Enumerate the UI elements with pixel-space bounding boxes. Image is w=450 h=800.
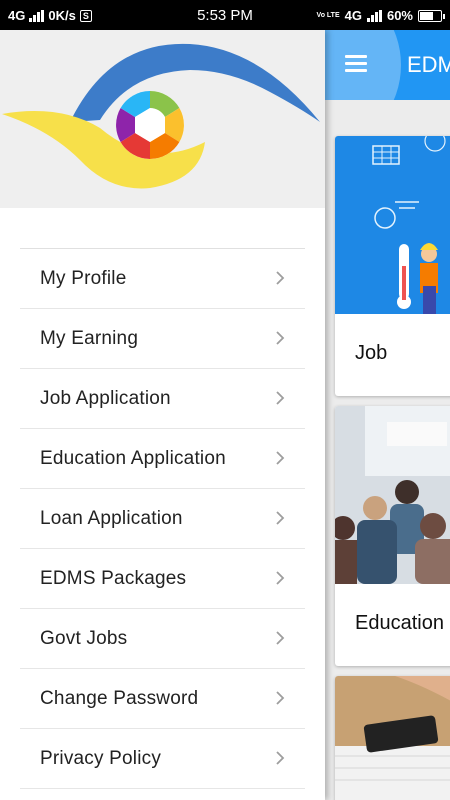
menu-item-govt-jobs[interactable]: Govt Jobs bbox=[20, 609, 305, 669]
menu-item-label: My Profile bbox=[40, 268, 127, 289]
main-screen: EDMS Job bbox=[325, 30, 450, 800]
signal-icon-right bbox=[366, 9, 382, 22]
menu-item-loan-application[interactable]: Loan Application bbox=[20, 489, 305, 549]
toolbar-title: EDMS bbox=[407, 52, 450, 77]
menu-item-label: Job Application bbox=[40, 388, 171, 409]
menu-item-label: Change Password bbox=[40, 688, 199, 709]
chevron-right-icon bbox=[276, 391, 285, 405]
chevron-right-icon bbox=[276, 751, 285, 765]
chevron-right-icon bbox=[276, 271, 285, 285]
chevron-right-icon bbox=[276, 511, 285, 525]
drawer-header bbox=[0, 30, 325, 208]
menu-item-job-application[interactable]: Job Application bbox=[20, 369, 305, 429]
menu-item-label: Education Application bbox=[40, 448, 226, 469]
job-card[interactable]: Job bbox=[335, 136, 450, 396]
toolbar: EDMS bbox=[325, 30, 450, 100]
menu-item-my-earning[interactable]: My Earning bbox=[20, 309, 305, 369]
battery-icon bbox=[418, 9, 445, 22]
battery-percent: 60% bbox=[386, 8, 413, 23]
menu-item-my-profile[interactable]: My Profile bbox=[20, 249, 305, 309]
education-card[interactable]: Education bbox=[335, 406, 450, 666]
menu-item-edms-packages[interactable]: EDMS Packages bbox=[20, 549, 305, 609]
menu-item-label: My Earning bbox=[40, 328, 139, 349]
menu-item-label: Loan Application bbox=[40, 508, 183, 529]
chevron-right-icon bbox=[276, 691, 285, 705]
chevron-right-icon bbox=[276, 451, 285, 465]
chevron-right-icon bbox=[276, 631, 285, 645]
menu-item-label: Govt Jobs bbox=[40, 628, 128, 649]
loan-card[interactable] bbox=[335, 676, 450, 800]
menu-item-privacy-policy[interactable]: Privacy Policy bbox=[20, 729, 305, 789]
edms-eye-logo-icon bbox=[2, 43, 320, 189]
job-card-label: Job bbox=[355, 342, 388, 364]
network-type-right: 4G bbox=[344, 8, 362, 23]
status-bar: 4G 0K/s S 5:53 PM Vo LTE 4G 60% bbox=[0, 0, 450, 30]
hamburger-icon[interactable] bbox=[345, 55, 367, 73]
job-illustration bbox=[335, 136, 450, 314]
volte-icon: Vo LTE bbox=[316, 12, 340, 19]
education-photo bbox=[335, 406, 450, 584]
navigation-drawer: My Profile My Earning Job Application Ed… bbox=[0, 30, 325, 800]
chevron-right-icon bbox=[276, 571, 285, 585]
loan-photo bbox=[335, 676, 450, 800]
menu-item-change-password[interactable]: Change Password bbox=[20, 669, 305, 729]
drawer-menu: My Profile My Earning Job Application Ed… bbox=[20, 248, 305, 789]
chevron-right-icon bbox=[276, 331, 285, 345]
education-card-label: Education bbox=[355, 612, 444, 634]
menu-item-label: Privacy Policy bbox=[40, 748, 162, 769]
menu-item-education-application[interactable]: Education Application bbox=[20, 429, 305, 489]
menu-item-label: EDMS Packages bbox=[40, 568, 187, 589]
